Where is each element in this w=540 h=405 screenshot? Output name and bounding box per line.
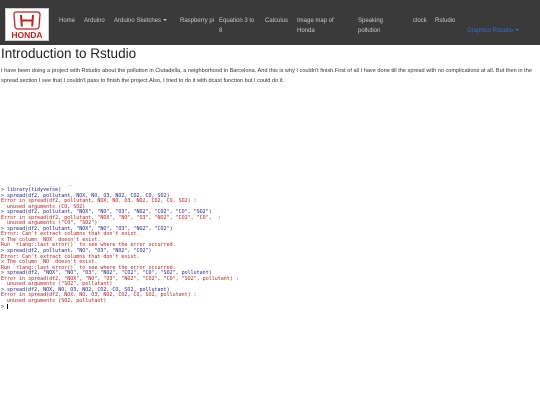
nav-arduino-sketches-label: Arduino Sketches <box>114 18 162 24</box>
nav-raspberry-pi-label: Raspberry pi <box>180 18 215 24</box>
page-title: Introduction to Rstudio <box>1 46 137 61</box>
nav-equation-label: Equation 3 to 8 <box>219 18 255 34</box>
r-console-screenshot: Run `rlang::last_error()` to see where t… <box>1 185 539 335</box>
nav-clock-label: clock <box>413 18 427 24</box>
nav-arduino[interactable]: Arduino <box>84 16 105 26</box>
nav-rstudio[interactable]: Rstudio <box>435 16 455 26</box>
nav-calculus-label: Calculus <box>265 18 289 24</box>
nav-home[interactable]: Home <box>59 16 75 26</box>
nav-calculus[interactable]: Calculus <box>265 16 288 26</box>
nav-arduino-label: Arduino <box>84 18 105 24</box>
honda-h-logo-icon: HONDA <box>11 11 43 40</box>
chevron-down-icon <box>163 19 168 22</box>
console-prompt: > <box>1 304 539 311</box>
nav-graphics-rstudio-label: Graphics Rstudio <box>467 28 514 34</box>
text-cursor <box>7 304 9 310</box>
nav-image-map-label: Image map of Honda <box>297 18 334 34</box>
nav-raspberry-pi[interactable]: Raspberry pi <box>180 16 216 26</box>
nav-speaking-pollution-label: Speaking pollution <box>358 18 384 34</box>
chevron-down-icon <box>515 29 520 32</box>
nav-equation[interactable]: Equation 3 to 8 <box>219 16 255 36</box>
nav-rstudio-label: Rstudio <box>435 18 456 24</box>
nav-image-map[interactable]: Image map of Honda <box>297 16 347 36</box>
nav-speaking-pollution[interactable]: Speaking pollution <box>358 16 398 36</box>
nav-clock[interactable]: clock <box>413 16 427 26</box>
top-navbar: HONDA Home Arduino Arduino Sketches Rasp… <box>0 0 540 45</box>
honda-wordmark: HONDA <box>11 30 42 40</box>
prompt-symbol: > <box>1 304 5 311</box>
nav-graphics-rstudio-dropdown[interactable]: Graphics Rstudio <box>467 26 520 36</box>
honda-logo[interactable]: HONDA <box>5 8 49 41</box>
console-output: Run `rlang::last_error()` to see where t… <box>1 185 539 304</box>
nav-home-label: Home <box>59 18 76 24</box>
intro-paragraph: I have been doing a project with Rstudio… <box>1 68 532 84</box>
nav-arduino-sketches-dropdown[interactable]: Arduino Sketches <box>114 16 168 26</box>
